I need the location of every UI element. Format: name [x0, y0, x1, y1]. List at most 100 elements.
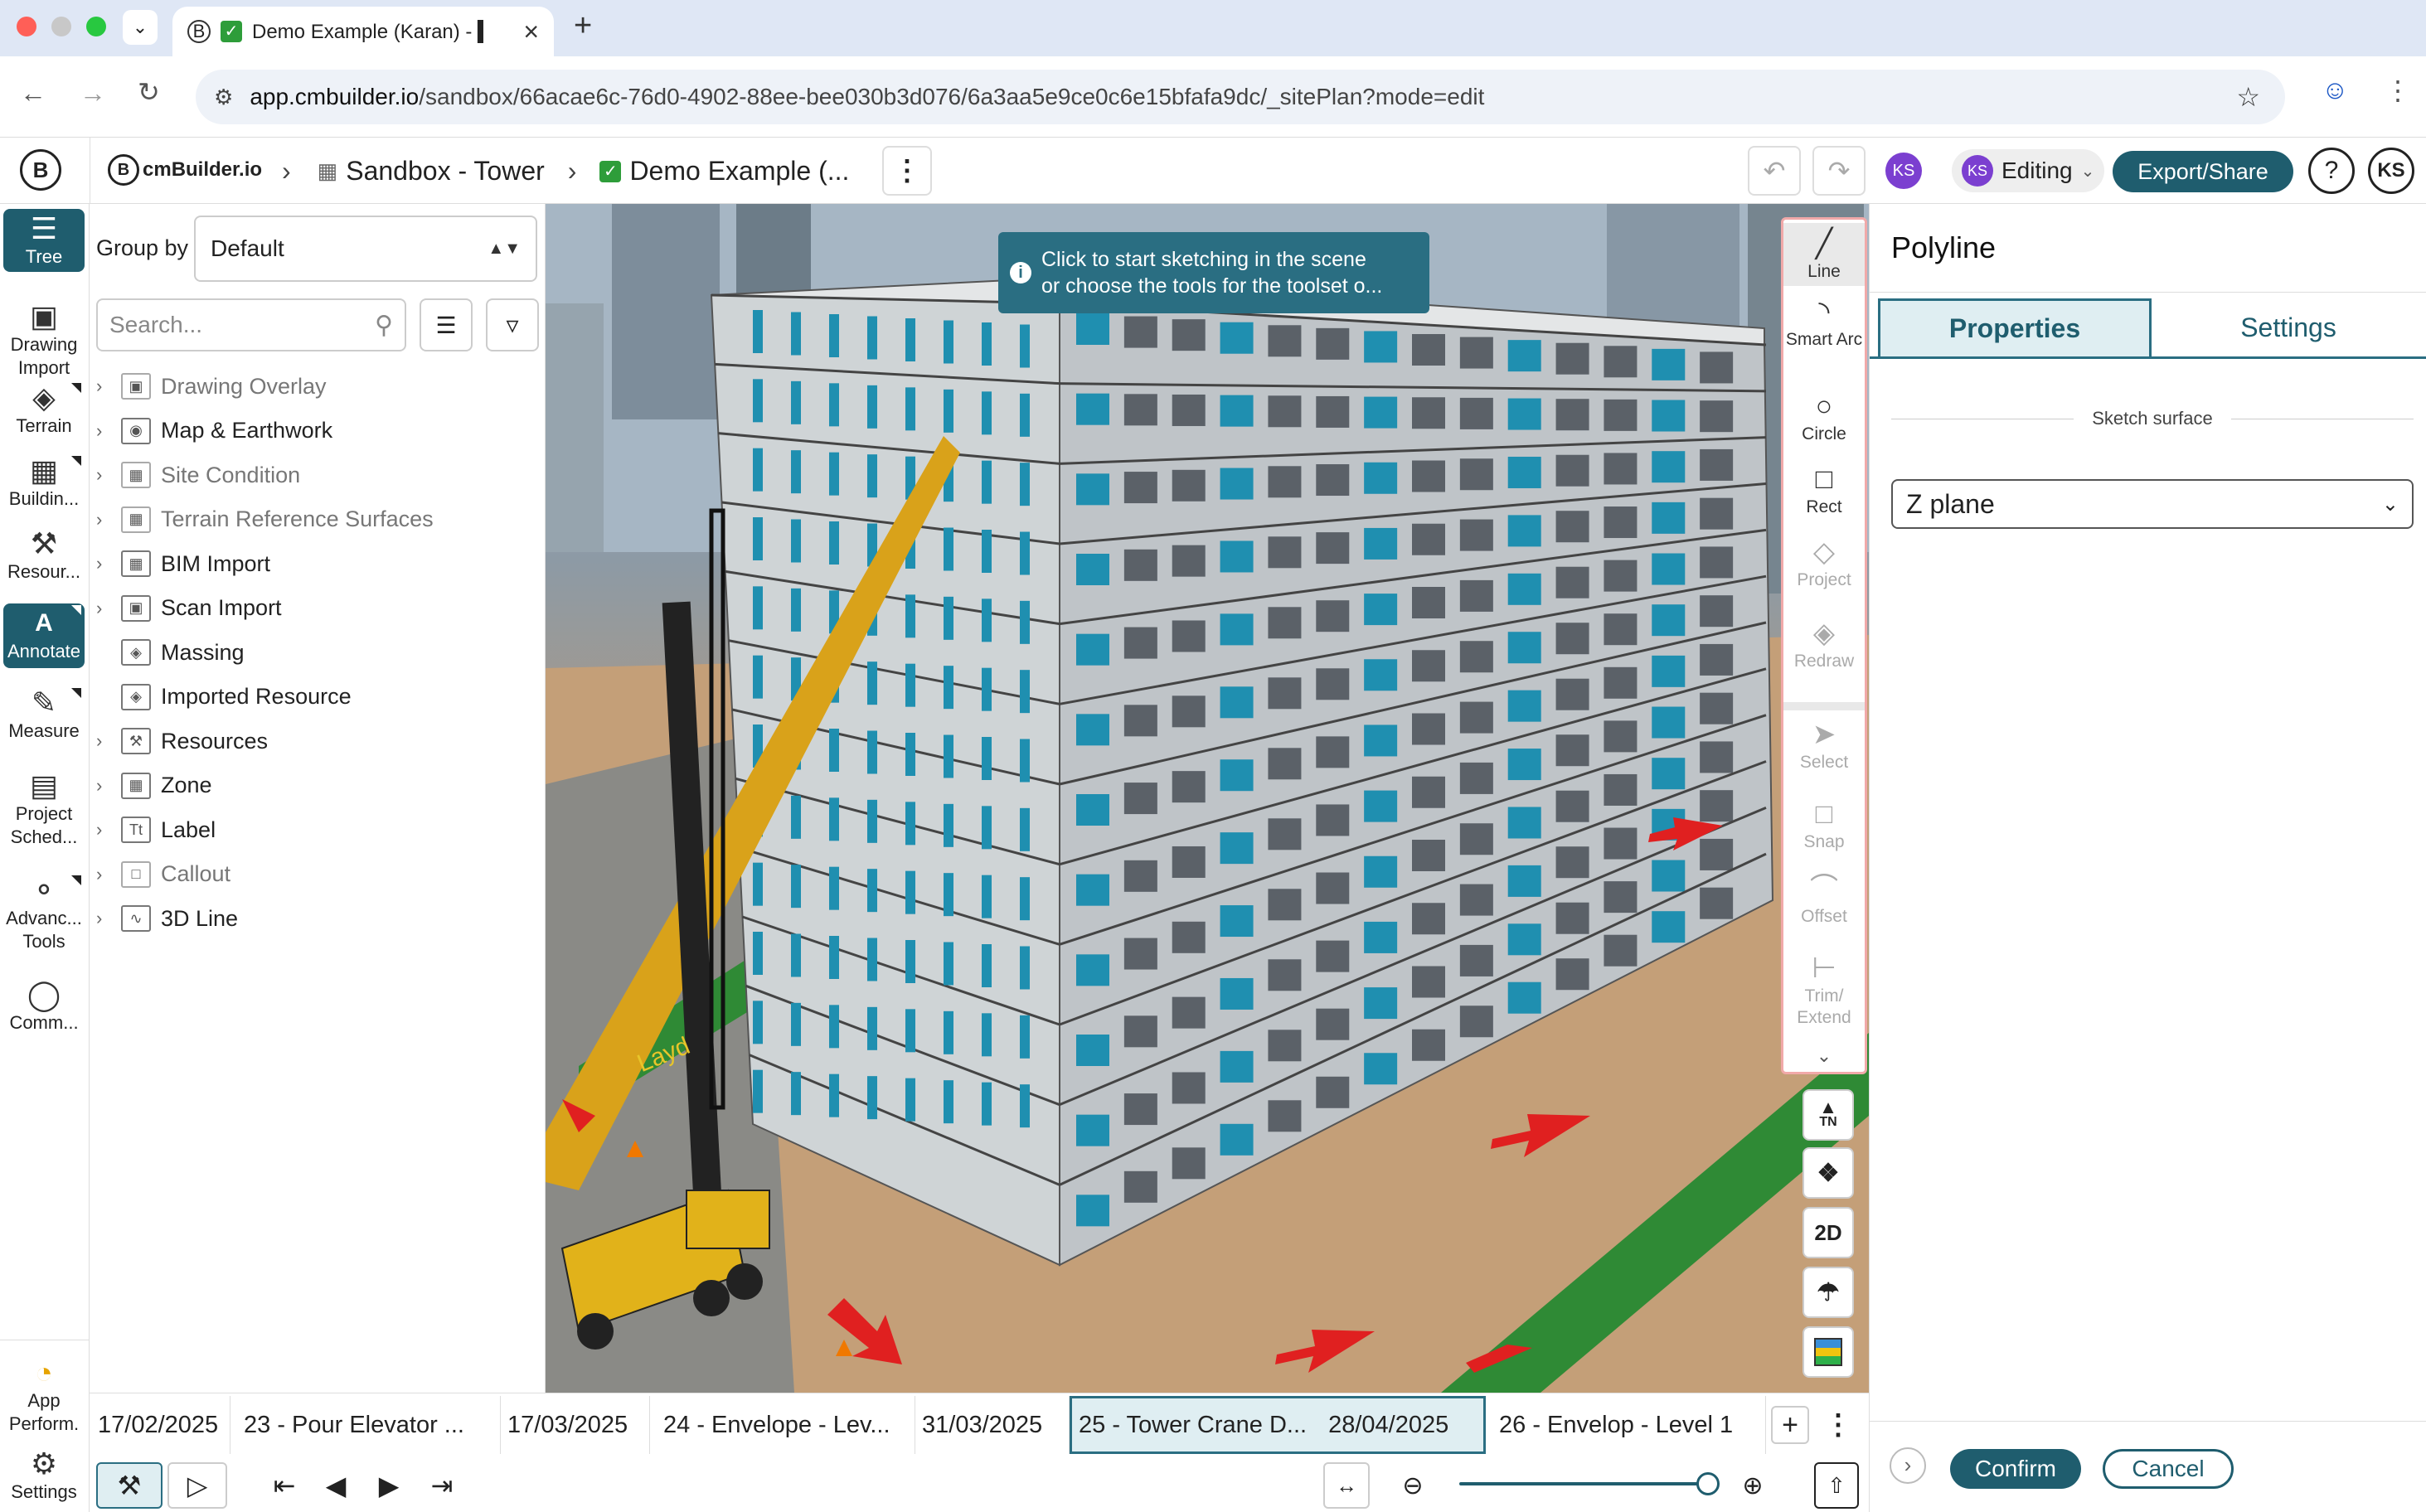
profile-icon[interactable]: ☺ [2322, 75, 2349, 105]
forward-arrow-icon[interactable]: → [80, 78, 106, 109]
scene-menu-button[interactable]: ⋮ [882, 146, 932, 196]
new-tab-icon[interactable]: + [574, 8, 592, 44]
back-arrow-icon[interactable]: ← [20, 78, 46, 109]
rect-tool[interactable]: □ Rect [1783, 462, 1865, 518]
chevron-right-icon[interactable]: › [96, 819, 121, 841]
rail-settings[interactable]: ⚙ Settings [3, 1447, 85, 1504]
sun-shadow-button[interactable]: ☂ [1803, 1267, 1854, 1318]
add-activity-button[interactable]: + [1771, 1406, 1809, 1444]
color-legend-button[interactable] [1803, 1326, 1854, 1378]
site-settings-icon[interactable]: ⚙ [214, 85, 233, 110]
undo-button[interactable]: ↶ [1748, 146, 1801, 196]
rail-app-performance[interactable]: ◔ App Perform. [3, 1356, 85, 1436]
snap-tool[interactable]: □ Snap [1783, 797, 1865, 853]
skip-start-icon[interactable]: ⇤ [264, 1462, 305, 1509]
window-minimize-icon[interactable] [51, 17, 71, 36]
rail-tree[interactable]: ☰ Tree [3, 209, 85, 272]
group-by-select[interactable]: Default ▲▼ [194, 216, 537, 282]
rail-project-schedule[interactable]: ▤ Project Sched... [3, 769, 85, 849]
timeline-activity[interactable]: 23 - Pour Elevator ... [237, 1396, 501, 1454]
crane-view-button[interactable]: ⚒ [96, 1462, 163, 1509]
tree-item[interactable]: › ◉ Map & Earthwork [96, 414, 332, 448]
sort-list-button[interactable]: ☰ [420, 298, 473, 351]
bookmark-star-icon[interactable]: ☆ [2236, 81, 2260, 113]
chevron-right-icon[interactable]: › [96, 464, 121, 486]
rail-annotate[interactable]: A Annotate [3, 603, 85, 668]
tree-item[interactable]: › ▣ Scan Import [96, 592, 282, 625]
play-view-button[interactable]: ▷ [167, 1462, 227, 1509]
chevron-right-icon[interactable]: › [96, 598, 121, 619]
tree-item[interactable]: › ▦ BIM Import [96, 547, 270, 580]
timeline-activity[interactable]: 24 - Envelope - Lev... [657, 1396, 915, 1454]
confirm-button[interactable]: Confirm [1950, 1449, 2081, 1489]
tree-item[interactable]: › ▦ Terrain Reference Surfaces [96, 503, 434, 536]
chevron-right-icon[interactable]: › [96, 775, 121, 797]
url-field[interactable]: ⚙ app.cmbuilder.io/sandbox/66acae6c-76d0… [196, 70, 2285, 124]
fit-timeline-button[interactable]: ↔ [1323, 1462, 1370, 1509]
offset-tool[interactable]: ⌒ Offset [1783, 871, 1865, 928]
rail-comments[interactable]: ◯ Comm... [3, 978, 85, 1035]
rail-building[interactable]: ▦ Buildin... [3, 454, 85, 511]
zoom-slider-thumb[interactable] [1696, 1472, 1720, 1495]
redo-button[interactable]: ↷ [1812, 146, 1866, 196]
toolbar-expand-chevron-icon[interactable]: ⌄ [1783, 1045, 1865, 1067]
project-tool[interactable]: ◇ Project [1783, 535, 1865, 591]
tree-item[interactable]: › □ Callout [96, 858, 230, 891]
browser-tab[interactable]: B ✓ Demo Example (Karan) - ▍ × [172, 7, 554, 56]
app-logo-icon[interactable]: B [20, 149, 61, 191]
rail-resources[interactable]: ⚒ Resour... [3, 527, 85, 584]
user-avatar[interactable]: KS [2368, 148, 2414, 194]
tree-item[interactable]: › Tt Label [96, 813, 216, 846]
upload-button[interactable]: ⇧ [1814, 1462, 1859, 1509]
timeline-menu-button[interactable]: ⋮ [1819, 1406, 1857, 1444]
tab-close-icon[interactable]: × [523, 17, 539, 47]
timeline-activity-selected[interactable]: 25 - Tower Crane D... 28/04/2025 [1070, 1396, 1486, 1454]
select-tool[interactable]: ➤ Select [1783, 717, 1865, 773]
tree-item[interactable]: › ∿ 3D Line [96, 902, 238, 935]
help-button[interactable]: ? [2308, 148, 2355, 194]
view-2d-button[interactable]: 2D [1803, 1207, 1854, 1258]
breadcrumb-scene[interactable]: Demo Example (... [629, 156, 849, 187]
search-input[interactable]: Search... ⚲ [96, 298, 406, 351]
tree-item[interactable]: ◈ Imported Resource [96, 681, 352, 714]
tree-item[interactable]: ◈ Massing [96, 636, 245, 669]
3d-viewport[interactable]: Layd [546, 204, 1869, 1393]
chevron-right-icon[interactable]: › [96, 730, 121, 752]
redraw-tool[interactable]: ◈ Redraw [1783, 616, 1865, 672]
timeline-activity[interactable]: 26 - Envelop - Level 1 [1492, 1396, 1766, 1454]
window-maximize-icon[interactable] [86, 17, 106, 36]
tree-item[interactable]: › ⚒ Resources [96, 724, 268, 758]
trim-extend-tool[interactable]: ⊢ Trim/ Extend [1783, 951, 1865, 1029]
chevron-right-icon[interactable]: › [96, 376, 121, 397]
collapse-chevron-icon[interactable]: › [1890, 1447, 1926, 1484]
chevron-right-icon[interactable]: › [96, 864, 121, 885]
filter-button[interactable]: ▿ [486, 298, 539, 351]
view-layers-button[interactable]: ❖ [1803, 1147, 1854, 1199]
tree-item[interactable]: › ▦ Zone [96, 769, 212, 802]
rail-terrain[interactable]: ◈ Terrain [3, 381, 85, 438]
tree-item[interactable]: › ▣ Drawing Overlay [96, 370, 327, 403]
tab-search-chevron-icon[interactable]: ⌄ [123, 10, 158, 45]
skip-end-icon[interactable]: ⇥ [421, 1462, 463, 1509]
editing-mode-dropdown[interactable]: KS Editing ⌄ [1952, 149, 2105, 192]
true-north-button[interactable]: ▲ TN [1803, 1089, 1854, 1141]
browser-menu-icon[interactable]: ⋮ [2385, 75, 2411, 106]
rail-drawing-import[interactable]: ▣ Drawing Import [3, 300, 85, 380]
chevron-right-icon[interactable]: › [96, 908, 121, 929]
export-share-button[interactable]: Export/Share [2113, 151, 2293, 192]
brand-logo[interactable]: B cmBuilder.io [108, 154, 262, 186]
tab-properties[interactable]: Properties [1878, 298, 2152, 356]
rail-measure[interactable]: ✎ Measure [3, 686, 85, 743]
tab-settings[interactable]: Settings [2152, 298, 2425, 356]
chevron-right-icon[interactable]: › [96, 420, 121, 442]
zoom-in-icon[interactable]: ⊕ [1730, 1462, 1776, 1509]
zoom-out-icon[interactable]: ⊖ [1390, 1462, 1436, 1509]
window-close-icon[interactable] [17, 17, 36, 36]
reload-icon[interactable]: ↻ [138, 76, 160, 108]
cancel-button[interactable]: Cancel [2103, 1449, 2234, 1489]
step-forward-icon[interactable]: ▶ [368, 1462, 410, 1509]
smart-arc-tool[interactable]: ◝ Smart Arc [1783, 294, 1865, 351]
breadcrumb-project[interactable]: Sandbox - Tower [346, 156, 545, 187]
line-tool[interactable]: ╱ Line [1783, 223, 1865, 286]
zoom-slider-track[interactable] [1459, 1482, 1708, 1485]
